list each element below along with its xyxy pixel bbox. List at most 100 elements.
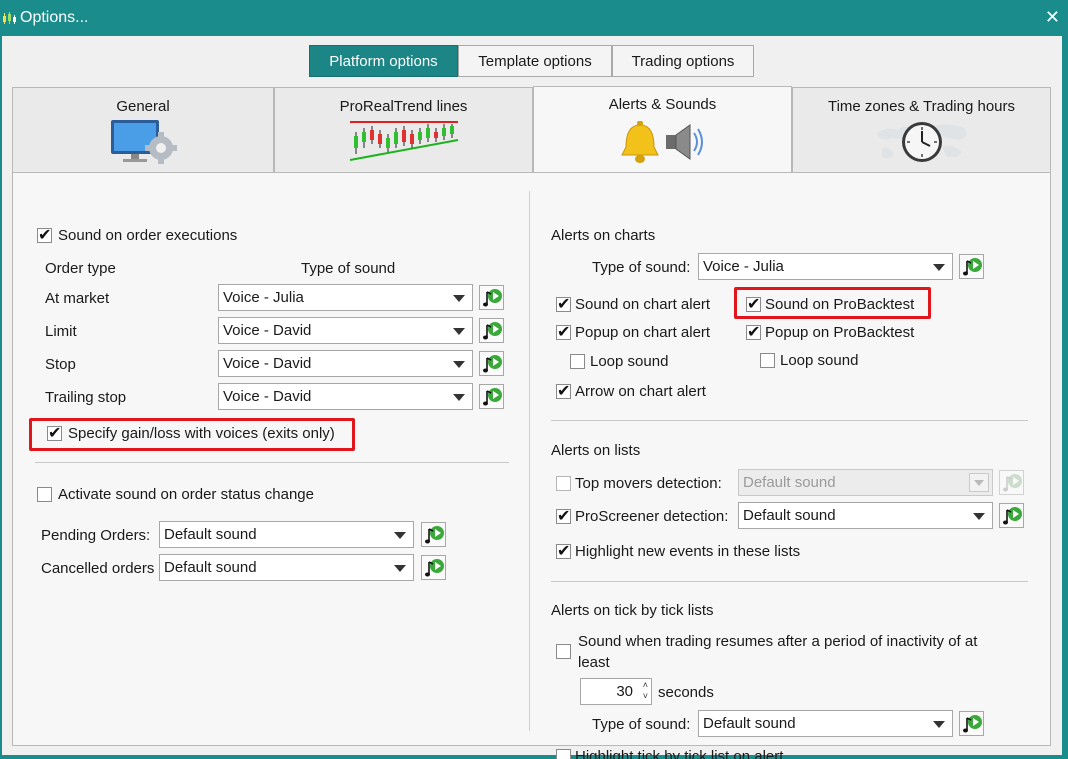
select-value: Voice - David — [223, 388, 312, 405]
sound-trading-resumes-label: Sound when trading resumes after a perio… — [578, 633, 978, 650]
music-play-icon — [483, 355, 502, 373]
chevron-down-icon — [933, 264, 945, 271]
category-label: ProRealTrend lines — [339, 98, 468, 115]
limit-sound-select[interactable]: Voice - David — [218, 317, 473, 344]
highlight-new-events-checkbox[interactable] — [556, 541, 571, 561]
loop-sound-probacktest-checkbox[interactable] — [760, 353, 775, 368]
left-divider — [35, 462, 509, 463]
top-movers-checkbox[interactable] — [556, 476, 571, 491]
inactivity-seconds-stepper[interactable]: 30 ˄ ˅ — [580, 678, 652, 705]
activate-status-change-checkbox[interactable] — [37, 487, 52, 502]
category-label: Alerts & Sounds — [608, 96, 717, 113]
chevron-down-icon — [453, 361, 465, 368]
play-sound-button-tick[interactable] — [959, 711, 984, 736]
music-play-icon — [963, 258, 982, 276]
tab-label: Trading options — [631, 52, 735, 70]
play-sound-button-top-movers[interactable] — [999, 470, 1024, 495]
chart-sound-select[interactable]: Voice - Julia — [698, 253, 953, 280]
proscreener-sound-select[interactable]: Default sound — [738, 502, 993, 529]
tab-label: Template options — [478, 52, 592, 70]
music-play-icon — [425, 559, 444, 577]
order-type-at-market-label: At market — [45, 290, 110, 307]
popup-probacktest-label: Popup on ProBacktest — [765, 324, 915, 341]
proscreener-checkbox[interactable] — [556, 506, 571, 526]
pending-orders-sound-select[interactable]: Default sound — [159, 521, 414, 548]
alerts-on-tick-heading: Alerts on tick by tick lists — [551, 602, 714, 619]
play-sound-button-limit[interactable] — [479, 318, 504, 343]
popup-chart-alert-checkbox[interactable] — [556, 322, 571, 342]
specify-gain-loss-checkbox[interactable] — [47, 423, 62, 443]
chevron-down-icon — [453, 394, 465, 401]
right-divider-1 — [551, 420, 1028, 421]
play-sound-button-trailing-stop[interactable] — [479, 384, 504, 409]
top-movers-label: Top movers detection: — [575, 475, 722, 492]
highlight-tick-list-checkbox[interactable] — [556, 749, 571, 759]
play-sound-button-chart[interactable] — [959, 254, 984, 279]
order-type-trailing-stop-label: Trailing stop — [45, 389, 127, 406]
tick-type-of-sound-label: Type of sound: — [592, 716, 691, 733]
trend-lines-icon — [349, 121, 458, 161]
popup-probacktest-checkbox[interactable] — [746, 322, 761, 342]
sound-on-executions-checkbox[interactable] — [37, 225, 52, 245]
select-value: Default sound — [164, 559, 257, 576]
order-type-stop-label: Stop — [45, 356, 76, 373]
type-of-sound-header: Type of sound — [301, 260, 396, 277]
top-movers-sound-select[interactable]: Default sound — [738, 469, 993, 496]
chevron-down-icon — [453, 295, 465, 302]
tab-template-options[interactable]: Template options — [458, 45, 612, 77]
loop-sound-chart-label: Loop sound — [590, 353, 669, 370]
activate-status-change-label: Activate sound on order status change — [58, 486, 314, 503]
popup-chart-alert-label: Popup on chart alert — [575, 324, 711, 341]
computer-gear-icon — [111, 120, 177, 164]
play-sound-button-pending[interactable] — [421, 522, 446, 547]
category-tab-alerts-sounds[interactable]: Alerts & Sounds — [533, 86, 792, 174]
category-tab-prorealtrend[interactable]: ProRealTrend lines — [274, 87, 533, 173]
sound-chart-alert-checkbox[interactable] — [556, 294, 571, 314]
sound-probacktest-checkbox[interactable] — [746, 294, 761, 314]
tab-trading-options[interactable]: Trading options — [612, 45, 754, 77]
cancelled-orders-sound-select[interactable]: Default sound — [159, 554, 414, 581]
window-title: Options... — [20, 9, 89, 26]
world-clock-icon — [875, 122, 966, 162]
close-icon[interactable]: ✕ — [1045, 7, 1060, 28]
order-type-header: Order type — [45, 260, 116, 277]
tick-sound-select[interactable]: Default sound — [698, 710, 953, 737]
column-divider — [529, 191, 530, 731]
title-bar: Options... ✕ — [0, 0, 1068, 36]
pending-orders-label: Pending Orders: — [41, 527, 151, 544]
arrow-chart-alert-label: Arrow on chart alert — [575, 383, 706, 400]
select-value: Voice - David — [223, 355, 312, 372]
category-label: Time zones & Trading hours — [827, 98, 1016, 115]
select-value: Voice - Julia — [703, 258, 784, 275]
alerts-on-lists-heading: Alerts on lists — [551, 442, 641, 459]
play-sound-button-cancelled[interactable] — [421, 555, 446, 580]
chart-type-of-sound-label: Type of sound: — [592, 259, 691, 276]
play-sound-button-stop[interactable] — [479, 351, 504, 376]
options-window: Options... ✕ Platform options Template o… — [0, 0, 1068, 759]
tab-platform-options[interactable]: Platform options — [309, 45, 458, 77]
chevron-down-icon — [394, 532, 406, 539]
bell-speaker-icon — [620, 121, 703, 163]
right-divider-2 — [551, 581, 1028, 582]
highlight-tick-list-label: Highlight tick by tick list on alert — [575, 748, 784, 759]
category-tab-time-zones[interactable]: Time zones & Trading hours — [792, 87, 1051, 173]
arrow-chart-alert-checkbox[interactable] — [556, 381, 571, 401]
app-icon — [3, 12, 16, 24]
up-down-arrows-icon[interactable]: ˄ ˅ — [643, 680, 648, 702]
sound-trading-resumes-checkbox[interactable] — [556, 644, 571, 659]
music-play-icon — [425, 526, 444, 544]
category-tab-general[interactable]: General — [12, 87, 274, 173]
play-sound-button-proscreener[interactable] — [999, 503, 1024, 528]
sound-trading-resumes-label-cont: least — [578, 654, 610, 671]
loop-sound-chart-checkbox[interactable] — [570, 354, 585, 369]
select-value: Default sound — [743, 474, 836, 491]
trailing-stop-sound-select[interactable]: Voice - David — [218, 383, 473, 410]
chevron-down-icon — [453, 328, 465, 335]
stop-sound-select[interactable]: Voice - David — [218, 350, 473, 377]
loop-sound-probacktest-label: Loop sound — [780, 352, 859, 369]
sound-probacktest-label: Sound on ProBacktest — [765, 296, 915, 313]
play-sound-button-at-market[interactable] — [479, 285, 504, 310]
sound-on-executions-label: Sound on order executions — [58, 227, 238, 244]
at-market-sound-select[interactable]: Voice - Julia — [218, 284, 473, 311]
cancelled-orders-label: Cancelled orders — [41, 560, 155, 577]
